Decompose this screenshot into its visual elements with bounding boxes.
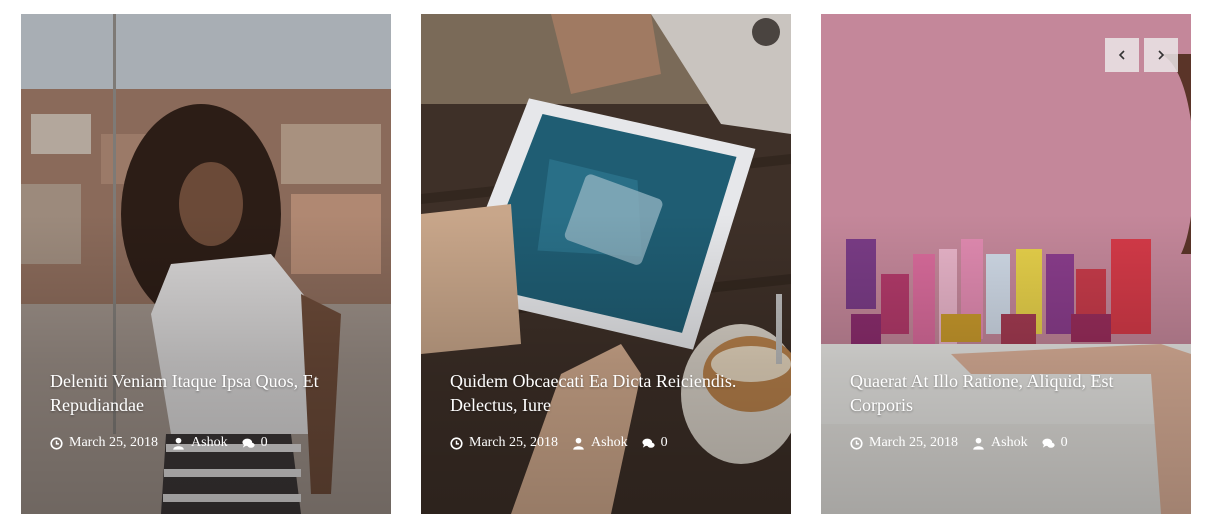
post-meta: March 25, 2018 Ashok 0: [50, 435, 367, 451]
post-date[interactable]: March 25, 2018: [50, 435, 158, 451]
post-title[interactable]: Quidem Obcaecati Ea Dicta Reiciendis. De…: [450, 369, 767, 417]
comments-icon: [242, 437, 255, 450]
post-carousel: Deleniti Veniam Itaque Ipsa Quos, Et Rep…: [0, 0, 1207, 527]
comments-icon: [1042, 437, 1055, 450]
post-date-text: March 25, 2018: [69, 435, 159, 450]
clock-icon: [50, 436, 63, 450]
clock-icon: [450, 436, 463, 450]
carousel-next-button[interactable]: [1144, 38, 1178, 72]
post-meta: March 25, 2018 Ashok 0: [450, 435, 767, 451]
post-comments-count: 0: [660, 435, 668, 450]
post-comments-count: 0: [260, 435, 268, 450]
post-title[interactable]: Deleniti Veniam Itaque Ipsa Quos, Et Rep…: [50, 369, 367, 417]
post-info: Quidem Obcaecati Ea Dicta Reiciendis. De…: [450, 369, 767, 451]
post-card-2[interactable]: Quidem Obcaecati Ea Dicta Reiciendis. De…: [421, 14, 791, 514]
user-icon: [572, 437, 585, 450]
post-author-text: Ashok: [991, 435, 1028, 450]
post-date-text: March 25, 2018: [869, 435, 959, 450]
post-date[interactable]: March 25, 2018: [450, 435, 558, 451]
post-comments[interactable]: 0: [1042, 435, 1068, 451]
chevron-left-icon: [1116, 49, 1128, 61]
post-card-3[interactable]: Quaerat At Illo Ratione, Aliquid, Est Co…: [821, 14, 1191, 514]
chevron-right-icon: [1155, 49, 1167, 61]
post-card-1[interactable]: Deleniti Veniam Itaque Ipsa Quos, Et Rep…: [21, 14, 391, 514]
comments-icon: [642, 437, 655, 450]
post-date-text: March 25, 2018: [469, 435, 559, 450]
post-comments[interactable]: 0: [242, 435, 268, 451]
post-info: Deleniti Veniam Itaque Ipsa Quos, Et Rep…: [50, 369, 367, 451]
post-comments[interactable]: 0: [642, 435, 668, 451]
user-icon: [172, 437, 185, 450]
user-icon: [972, 437, 985, 450]
carousel-prev-button[interactable]: [1105, 38, 1139, 72]
post-author-text: Ashok: [591, 435, 628, 450]
post-info: Quaerat At Illo Ratione, Aliquid, Est Co…: [850, 369, 1167, 451]
post-comments-count: 0: [1060, 435, 1068, 450]
clock-icon: [850, 436, 863, 450]
post-date[interactable]: March 25, 2018: [850, 435, 958, 451]
post-author-text: Ashok: [191, 435, 228, 450]
post-author[interactable]: Ashok: [172, 435, 228, 451]
post-author[interactable]: Ashok: [972, 435, 1028, 451]
post-title[interactable]: Quaerat At Illo Ratione, Aliquid, Est Co…: [850, 369, 1167, 417]
post-meta: March 25, 2018 Ashok 0: [850, 435, 1167, 451]
post-author[interactable]: Ashok: [572, 435, 628, 451]
